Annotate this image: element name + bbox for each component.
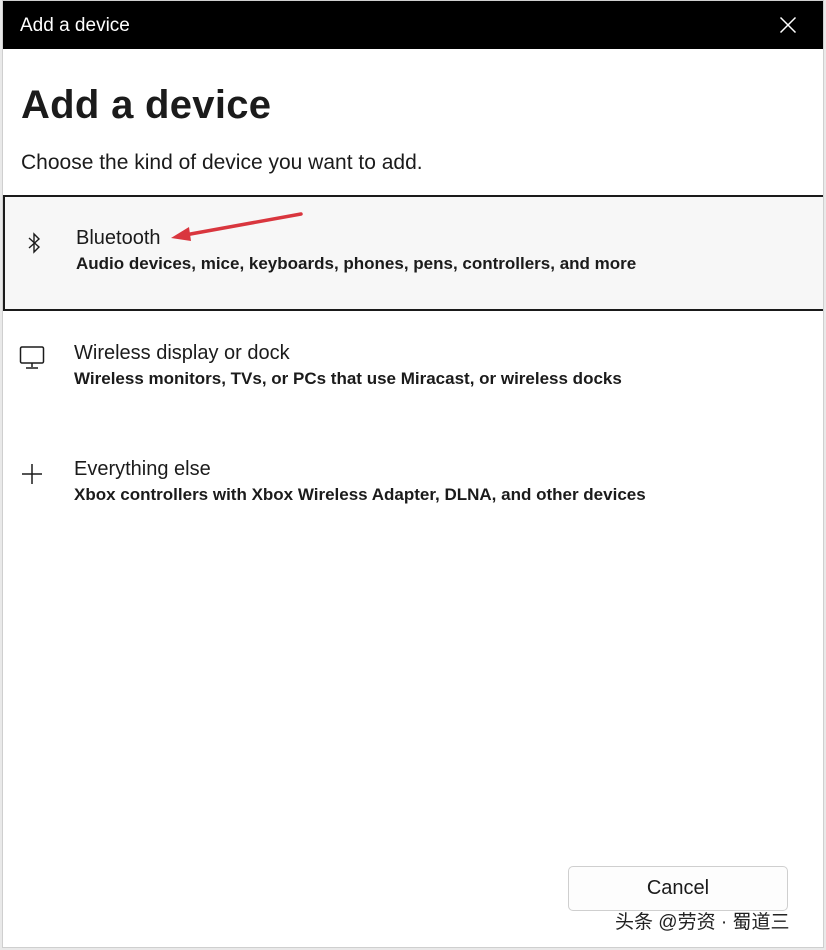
add-device-dialog: Add a device Add a device Choose the kin… bbox=[2, 0, 824, 948]
window-title: Add a device bbox=[20, 15, 130, 36]
page-subtitle: Choose the kind of device you want to ad… bbox=[21, 151, 423, 174]
plus-icon bbox=[22, 464, 42, 484]
annotation-arrow-icon bbox=[171, 212, 303, 241]
option-title: Bluetooth bbox=[76, 227, 161, 249]
option-description: Xbox controllers with Xbox Wireless Adap… bbox=[74, 485, 646, 504]
title-bar: Add a device bbox=[3, 1, 823, 49]
option-everything-else[interactable]: Everything else Xbox controllers with Xb… bbox=[3, 427, 823, 543]
page-title: Add a device bbox=[21, 83, 272, 127]
option-title: Everything else bbox=[74, 458, 211, 480]
cancel-button[interactable]: Cancel bbox=[568, 866, 788, 911]
option-bluetooth[interactable]: Bluetooth Audio devices, mice, keyboards… bbox=[3, 195, 823, 311]
option-description: Wireless monitors, TVs, or PCs that use … bbox=[74, 369, 622, 388]
close-button[interactable] bbox=[753, 1, 823, 49]
watermark: 头条 @劳资 · 蜀道三 bbox=[615, 912, 790, 933]
monitor-icon bbox=[19, 346, 45, 369]
option-title: Wireless display or dock bbox=[74, 342, 290, 364]
option-wireless-display[interactable]: Wireless display or dock Wireless monito… bbox=[3, 311, 823, 427]
bluetooth-icon bbox=[28, 232, 41, 254]
option-description: Audio devices, mice, keyboards, phones, … bbox=[76, 254, 637, 273]
close-icon bbox=[779, 16, 797, 34]
